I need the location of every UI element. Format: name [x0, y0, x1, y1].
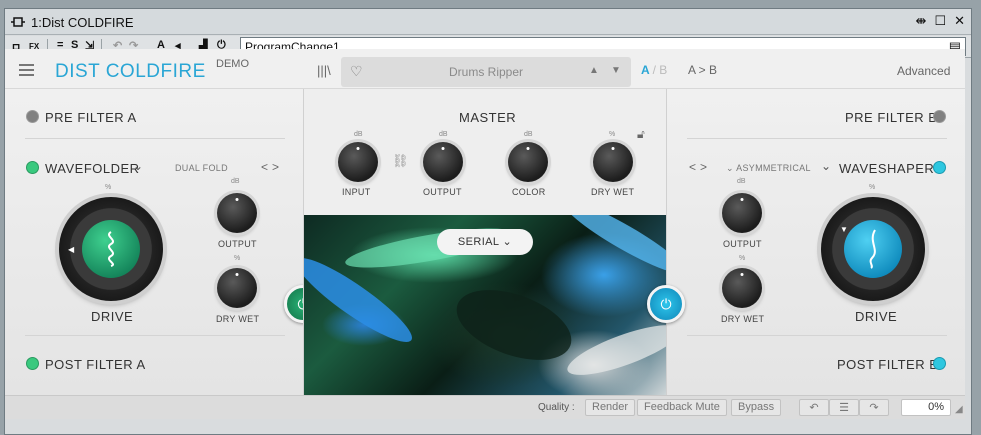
master-drywet-label: DRY WET	[591, 187, 635, 197]
pin-icon[interactable]	[11, 16, 25, 28]
ab-a[interactable]: A	[641, 63, 649, 77]
master-panel: MASTER dB INPUT ⛓ dB OUTPUT dB COLOR % D…	[303, 89, 667, 395]
waveshaper-led[interactable]	[933, 161, 946, 174]
output-a-unit: dB	[231, 178, 240, 185]
brand-title: DIST COLDFIRE	[55, 61, 206, 82]
preset-next-icon[interactable]: ▼	[611, 65, 621, 76]
preset-browser[interactable]: ♡ Drums Ripper ▲ ▼	[341, 57, 631, 87]
post-filter-b-label[interactable]: POST FILTER B	[837, 357, 938, 372]
master-drywet-knob[interactable]	[593, 142, 633, 182]
color-label: COLOR	[512, 187, 546, 197]
render-button[interactable]: Render	[585, 399, 636, 416]
color-knob[interactable]	[508, 142, 548, 182]
quality-label: Quality :	[538, 402, 575, 413]
waveshaper-shape-icon	[869, 229, 876, 269]
waveshaper-mode-value: ASYMMETRICAL	[736, 163, 811, 173]
master-output-knob[interactable]	[423, 142, 463, 182]
cpu-meter: 0%	[901, 399, 951, 416]
demo-badge: DEMO	[216, 58, 249, 70]
left-panel: PRE FILTER A WAVEFOLDER ⌄ DUAL FOLD < > …	[5, 89, 322, 395]
link-icon[interactable]: ⛓	[392, 153, 409, 169]
output-b-knob[interactable]	[722, 193, 762, 233]
pre-filter-b-label[interactable]: PRE FILTER B	[845, 110, 937, 125]
drywet-b-knob[interactable]	[722, 268, 762, 308]
title-bar[interactable]: 1:Dist COLDFIRE ⇼ ☐ ✕	[5, 9, 971, 35]
post-filter-b-led[interactable]	[933, 357, 946, 370]
wavefolder-dropdown-icon[interactable]: ⌄	[133, 159, 144, 173]
maximize-icon[interactable]: ☐	[934, 13, 946, 29]
drive-b-pointer-icon: ▼	[840, 225, 849, 234]
routing-dropdown[interactable]: SERIAL ⌄	[437, 229, 533, 255]
preset-prev-icon[interactable]: ▲	[589, 65, 599, 76]
wavefolder-core	[82, 220, 140, 278]
menu-icon[interactable]	[19, 64, 34, 76]
master-output-label: OUTPUT	[423, 187, 462, 197]
preset-name: Drums Ripper	[448, 65, 523, 79]
undo-icon[interactable]: ↶	[799, 399, 829, 416]
waveshaper-dropdown-icon[interactable]: ⌄	[821, 159, 832, 173]
drywet-b-unit: %	[739, 255, 746, 262]
drive-b-label: DRIVE	[855, 309, 898, 324]
waveshaper-mode[interactable]: ⌄ ASYMMETRICAL	[726, 163, 811, 174]
waveshaper-core	[844, 220, 902, 278]
resize-grip-icon[interactable]: ◢	[955, 404, 963, 415]
routing-value: SERIAL	[457, 236, 500, 248]
ab-switch[interactable]: A / B	[641, 63, 667, 77]
plugin-ui: DIST COLDFIRE DEMO |||\ ♡ Drums Ripper ▲…	[5, 49, 965, 395]
copy-a-to-b[interactable]: A > B	[688, 63, 717, 77]
drywet-a-unit: %	[234, 255, 241, 262]
bottom-bar: Quality : Render Feedback Mute Bypass ↶ …	[5, 395, 965, 419]
input-unit: dB	[354, 131, 363, 138]
right-panel: PRE FILTER B < > ⌄ ASYMMETRICAL ⌄ WAVESH…	[647, 89, 965, 395]
module-b-power-icon[interactable]: ⏻	[647, 285, 685, 323]
drywet-a-knob[interactable]	[217, 268, 257, 308]
drive-a-label: DRIVE	[91, 309, 134, 324]
master-title: MASTER	[459, 110, 517, 125]
post-filter-a-label[interactable]: POST FILTER A	[45, 357, 146, 372]
ab-separator: /	[652, 63, 656, 77]
output-a-knob[interactable]	[217, 193, 257, 233]
waveshaper-label[interactable]: WAVESHAPER	[839, 161, 934, 176]
input-label: INPUT	[342, 187, 371, 197]
pin-window-icon[interactable]: ⇼	[916, 13, 927, 29]
input-knob[interactable]	[338, 142, 378, 182]
ab-b[interactable]: B	[659, 63, 667, 77]
plugin-top-bar: DIST COLDFIRE DEMO |||\ ♡ Drums Ripper ▲…	[5, 49, 965, 89]
wavefolder-mode[interactable]: DUAL FOLD	[175, 163, 228, 173]
history-icon[interactable]: ☰	[829, 399, 859, 416]
window-title: 1:Dist COLDFIRE	[31, 15, 134, 30]
output-b-unit: dB	[737, 178, 746, 185]
waveshaper-nav[interactable]: < >	[689, 160, 707, 174]
library-icon[interactable]: |||\	[317, 63, 331, 78]
post-filter-a-led[interactable]	[26, 357, 39, 370]
master-drywet-unit: %	[609, 131, 616, 138]
wavefolder-led[interactable]	[26, 161, 39, 174]
close-icon[interactable]: ✕	[954, 13, 965, 29]
drive-a-pointer-icon: ◀	[68, 245, 75, 254]
pre-filter-b-led[interactable]	[933, 110, 946, 123]
wavefolder-shape-icon	[108, 231, 114, 267]
advanced-button[interactable]: Advanced	[897, 64, 950, 78]
lock-icon[interactable]: 🔓︎	[637, 127, 645, 142]
drive-a-unit: %	[105, 184, 112, 191]
wavefolder-label[interactable]: WAVEFOLDER	[45, 161, 140, 176]
drive-b-unit: %	[869, 184, 876, 191]
drywet-b-label: DRY WET	[721, 314, 765, 324]
drywet-a-label: DRY WET	[216, 314, 260, 324]
feedback-mute-button[interactable]: Feedback Mute	[637, 399, 727, 416]
redo-icon[interactable]: ↷	[859, 399, 889, 416]
visualizer-artwork: SERIAL ⌄	[304, 215, 666, 395]
master-output-unit: dB	[439, 131, 448, 138]
output-b-label: OUTPUT	[723, 239, 762, 249]
color-unit: dB	[524, 131, 533, 138]
pre-filter-a-label[interactable]: PRE FILTER A	[45, 110, 137, 125]
bypass-button[interactable]: Bypass	[731, 399, 782, 416]
output-a-label: OUTPUT	[218, 239, 257, 249]
pre-filter-a-led[interactable]	[26, 110, 39, 123]
wavefolder-nav[interactable]: < >	[261, 160, 279, 174]
chevron-down-icon: ⌄	[502, 236, 513, 248]
